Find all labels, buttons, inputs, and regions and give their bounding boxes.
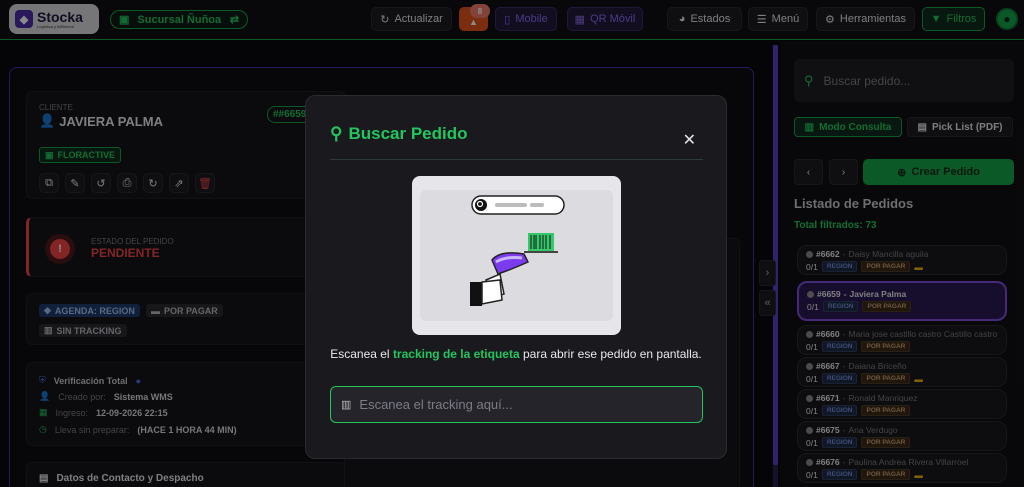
modal-instructions: Escanea el tracking de la etiqueta para … (330, 347, 702, 361)
search-order-modal: ⚲ Buscar Pedido ✕ Escanea el tracking de… (305, 95, 727, 459)
close-icon[interactable]: ✕ (683, 130, 696, 150)
search-icon: ⚲ (330, 124, 343, 143)
tracking-input[interactable] (359, 397, 680, 412)
barcode-scanner-icon (470, 195, 565, 306)
barcode-icon: ▥ (341, 399, 352, 411)
scanner-illustration (412, 176, 621, 335)
modal-divider (330, 159, 703, 160)
modal-title: ⚲ Buscar Pedido (330, 124, 468, 143)
tracking-input-field[interactable]: ▥ (330, 386, 703, 423)
